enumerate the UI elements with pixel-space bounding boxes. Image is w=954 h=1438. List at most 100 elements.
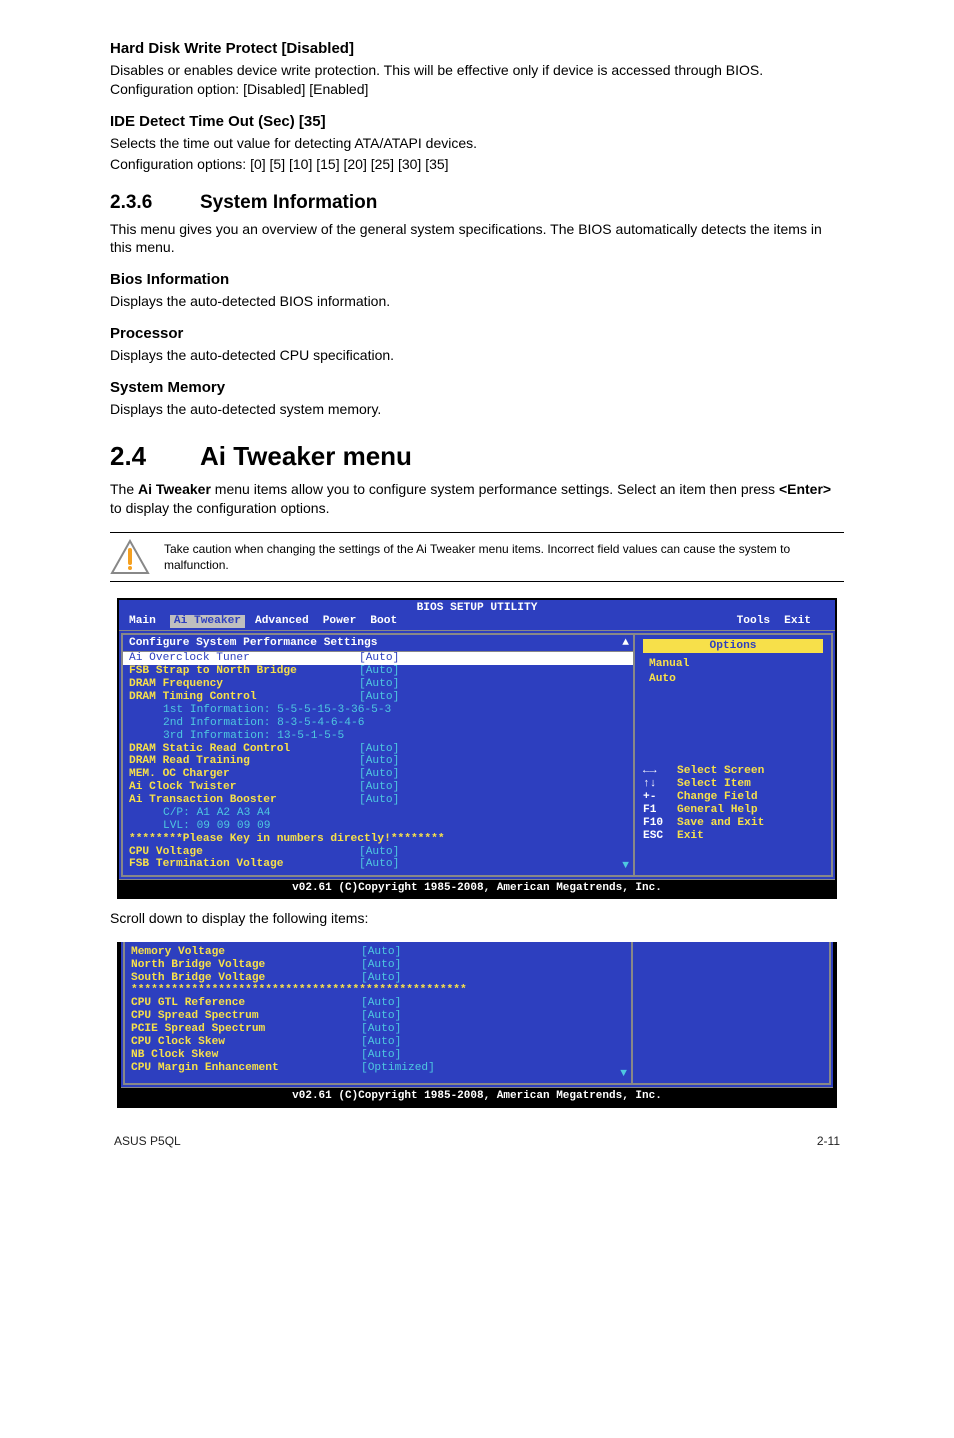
bios-row-label: DRAM Frequency: [129, 678, 359, 691]
para-ide1: Selects the time out value for detecting…: [110, 134, 844, 153]
bios-row-label: CPU GTL Reference: [131, 997, 361, 1010]
bios-row-clock-twister[interactable]: Ai Clock Twister[Auto]: [123, 781, 633, 794]
bios-row-label: Ai Transaction Booster: [129, 794, 359, 807]
bios-row-label: NB Clock Skew: [131, 1049, 361, 1062]
bios-row-gtl-ref[interactable]: CPU GTL Reference[Auto]: [131, 997, 625, 1010]
bios-row-cpu-voltage[interactable]: CPU Voltage[Auto]: [123, 846, 633, 859]
bios-row-cpu-spread[interactable]: CPU Spread Spectrum[Auto]: [131, 1010, 625, 1023]
bios-row-pcie-spread[interactable]: PCIE Spread Spectrum[Auto]: [131, 1023, 625, 1036]
bios-row-nb-clock-skew[interactable]: NB Clock Skew[Auto]: [131, 1049, 625, 1062]
bios-row-cpu-clock-skew[interactable]: CPU Clock Skew[Auto]: [131, 1036, 625, 1049]
bios-menu-power[interactable]: Power: [323, 615, 371, 628]
scroll-intro: Scroll down to display the following ite…: [110, 909, 844, 928]
esc-key: ESC: [643, 830, 677, 843]
footer-left: ASUS P5QL: [114, 1134, 181, 1148]
para-hdwp: Disables or enables device write protect…: [110, 61, 844, 99]
hint-text: Select Item: [677, 778, 751, 791]
hint-text: General Help: [677, 804, 758, 817]
caution-box: Take caution when changing the settings …: [110, 532, 844, 582]
bios-row-value: [Auto]: [359, 665, 399, 678]
bios-row-value: [Auto]: [359, 781, 399, 794]
section-236-num: 2.3.6: [110, 192, 200, 214]
section-236-title: System Information: [200, 192, 377, 213]
bios-title: BIOS SETUP UTILITY: [119, 600, 835, 615]
bios-row-label: FSB Strap to North Bridge: [129, 665, 359, 678]
option-manual[interactable]: Manual: [643, 657, 823, 672]
bios-row-value: [Auto]: [361, 972, 401, 985]
bios-stars-2: ****************************************…: [131, 984, 625, 997]
para-24-a: The: [110, 481, 138, 497]
hint-text: Exit: [677, 830, 704, 843]
bios-row-value: [Auto]: [359, 846, 399, 859]
heading-sysmem: System Memory: [110, 379, 844, 396]
section-24: 2.4Ai Tweaker menu: [110, 441, 844, 472]
bios-row-label: PCIE Spread Spectrum: [131, 1023, 361, 1036]
para-24-e: to display the configuration options.: [110, 500, 329, 516]
bios-footer-2: v02.61 (C)Copyright 1985-2008, American …: [121, 1087, 833, 1105]
bios-row-read-training[interactable]: DRAM Read Training[Auto]: [123, 755, 633, 768]
bios-menu-advanced[interactable]: Advanced: [255, 615, 323, 628]
nav-hints: ←→Select Screen ↑↓Select Item +-Change F…: [643, 765, 823, 842]
para-processor: Displays the auto-detected CPU specifica…: [110, 346, 844, 365]
scroll-down-icon[interactable]: ▼: [622, 860, 629, 873]
bios-screenshot-1: BIOS SETUP UTILITY Main Ai Tweaker Advan…: [117, 598, 837, 899]
arrows-lr-icon: ←→: [643, 765, 677, 778]
bios-screenshot-2: Memory Voltage[Auto] North Bridge Voltag…: [117, 942, 837, 1108]
para-24: The Ai Tweaker menu items allow you to c…: [110, 480, 844, 518]
bios-menubar: Main Ai Tweaker Advanced Power Boot Tool…: [119, 615, 835, 630]
bios-row-nb-voltage[interactable]: North Bridge Voltage[Auto]: [131, 959, 625, 972]
bios-row-static-read[interactable]: DRAM Static Read Control[Auto]: [123, 743, 633, 756]
bios-row-value: [Auto]: [359, 691, 399, 704]
bios-row-value: [Auto]: [359, 678, 399, 691]
footer-right: 2-11: [817, 1134, 840, 1148]
bios-frag-left: Memory Voltage[Auto] North Bridge Voltag…: [123, 942, 631, 1085]
bios-info-3: 3rd Information: 13-5-1-5-5: [123, 730, 633, 743]
scroll-down-icon[interactable]: ▼: [620, 1068, 627, 1081]
bios-row-value: [Auto]: [359, 768, 399, 781]
f10-key: F10: [643, 817, 677, 830]
hint-text: Change Field: [677, 791, 758, 804]
arrows-ud-icon: ↑↓: [643, 778, 677, 791]
bios-info-1: 1st Information: 5-5-5-15-3-36-5-3: [123, 704, 633, 717]
bios-row-dram-freq[interactable]: DRAM Frequency [Auto]: [123, 678, 633, 691]
bios-sub-cp: C/P: A1 A2 A3 A4: [123, 807, 633, 820]
bios-row-label: DRAM Static Read Control: [129, 743, 359, 756]
bios-row-label: CPU Margin Enhancement: [131, 1062, 361, 1075]
bios-stars: ********Please Key in numbers directly!*…: [123, 833, 633, 846]
bios-row-sb-voltage[interactable]: South Bridge Voltage[Auto]: [131, 972, 625, 985]
heading-ide: IDE Detect Time Out (Sec) [35]: [110, 113, 844, 130]
bios-menu-boot[interactable]: Boot: [370, 615, 411, 628]
heading-hdwp: Hard Disk Write Protect [Disabled]: [110, 40, 844, 57]
bios-row-trans-booster[interactable]: Ai Transaction Booster[Auto]: [123, 794, 633, 807]
bios-row-label: MEM. OC Charger: [129, 768, 359, 781]
bios-row-fsb-term-voltage[interactable]: FSB Termination Voltage[Auto]: [123, 858, 633, 871]
bios-row-oc-charger[interactable]: MEM. OC Charger[Auto]: [123, 768, 633, 781]
bios-row-value: [Optimized]: [361, 1062, 435, 1075]
bios-menu-tools[interactable]: Tools: [737, 615, 785, 628]
bios-row-overclock[interactable]: Ai Overclock Tuner [Auto]: [123, 652, 633, 665]
bios-row-value: [Auto]: [359, 743, 399, 756]
bios-row-dram-timing[interactable]: DRAM Timing Control [Auto]: [123, 691, 633, 704]
bios-info-2: 2nd Information: 8-3-5-4-6-4-6: [123, 717, 633, 730]
bios-row-value: [Auto]: [361, 997, 401, 1010]
bios-menu-exit[interactable]: Exit: [784, 615, 825, 628]
scroll-up-icon[interactable]: ▲: [622, 637, 629, 650]
caution-text: Take caution when changing the settings …: [164, 541, 844, 573]
bios-row-label: DRAM Timing Control: [129, 691, 359, 704]
page-footer: ASUS P5QL 2-11: [110, 1134, 844, 1148]
bios-row-value: [Auto]: [359, 794, 399, 807]
option-auto[interactable]: Auto: [643, 672, 823, 687]
bios-right-panel: Options Manual Auto ←→Select Screen ↑↓Se…: [633, 633, 833, 878]
bios-row-label: Memory Voltage: [131, 946, 361, 959]
para-ide2: Configuration options: [0] [5] [10] [15]…: [110, 155, 844, 174]
bios-row-margin-enhance[interactable]: CPU Margin Enhancement[Optimized]: [131, 1062, 625, 1075]
bios-row-label: CPU Clock Skew: [131, 1036, 361, 1049]
bios-row-value: [Auto]: [361, 1023, 401, 1036]
bios-menu-main[interactable]: Main: [129, 615, 170, 628]
bios-section-title: Configure System Performance Settings: [123, 635, 633, 653]
bios-row-memory-voltage[interactable]: Memory Voltage[Auto]: [131, 946, 625, 959]
bios-row-fsb-strap[interactable]: FSB Strap to North Bridge [Auto]: [123, 665, 633, 678]
bios-row-label: FSB Termination Voltage: [129, 858, 359, 871]
para-24-d: <Enter>: [779, 481, 831, 497]
bios-menu-aitweaker[interactable]: Ai Tweaker: [170, 615, 245, 628]
